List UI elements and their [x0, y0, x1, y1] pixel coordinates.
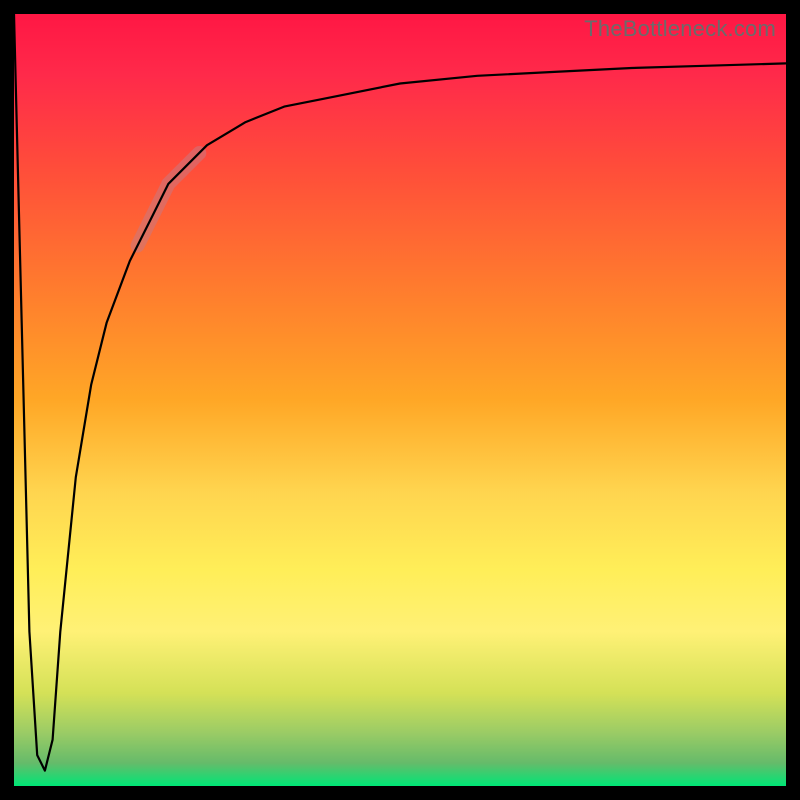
chart-container: TheBottleneck.com — [0, 0, 800, 800]
plot-area: TheBottleneck.com — [14, 14, 786, 786]
bottleneck-curve — [14, 14, 786, 771]
curve-highlight — [138, 153, 200, 246]
curve-layer — [14, 14, 786, 786]
